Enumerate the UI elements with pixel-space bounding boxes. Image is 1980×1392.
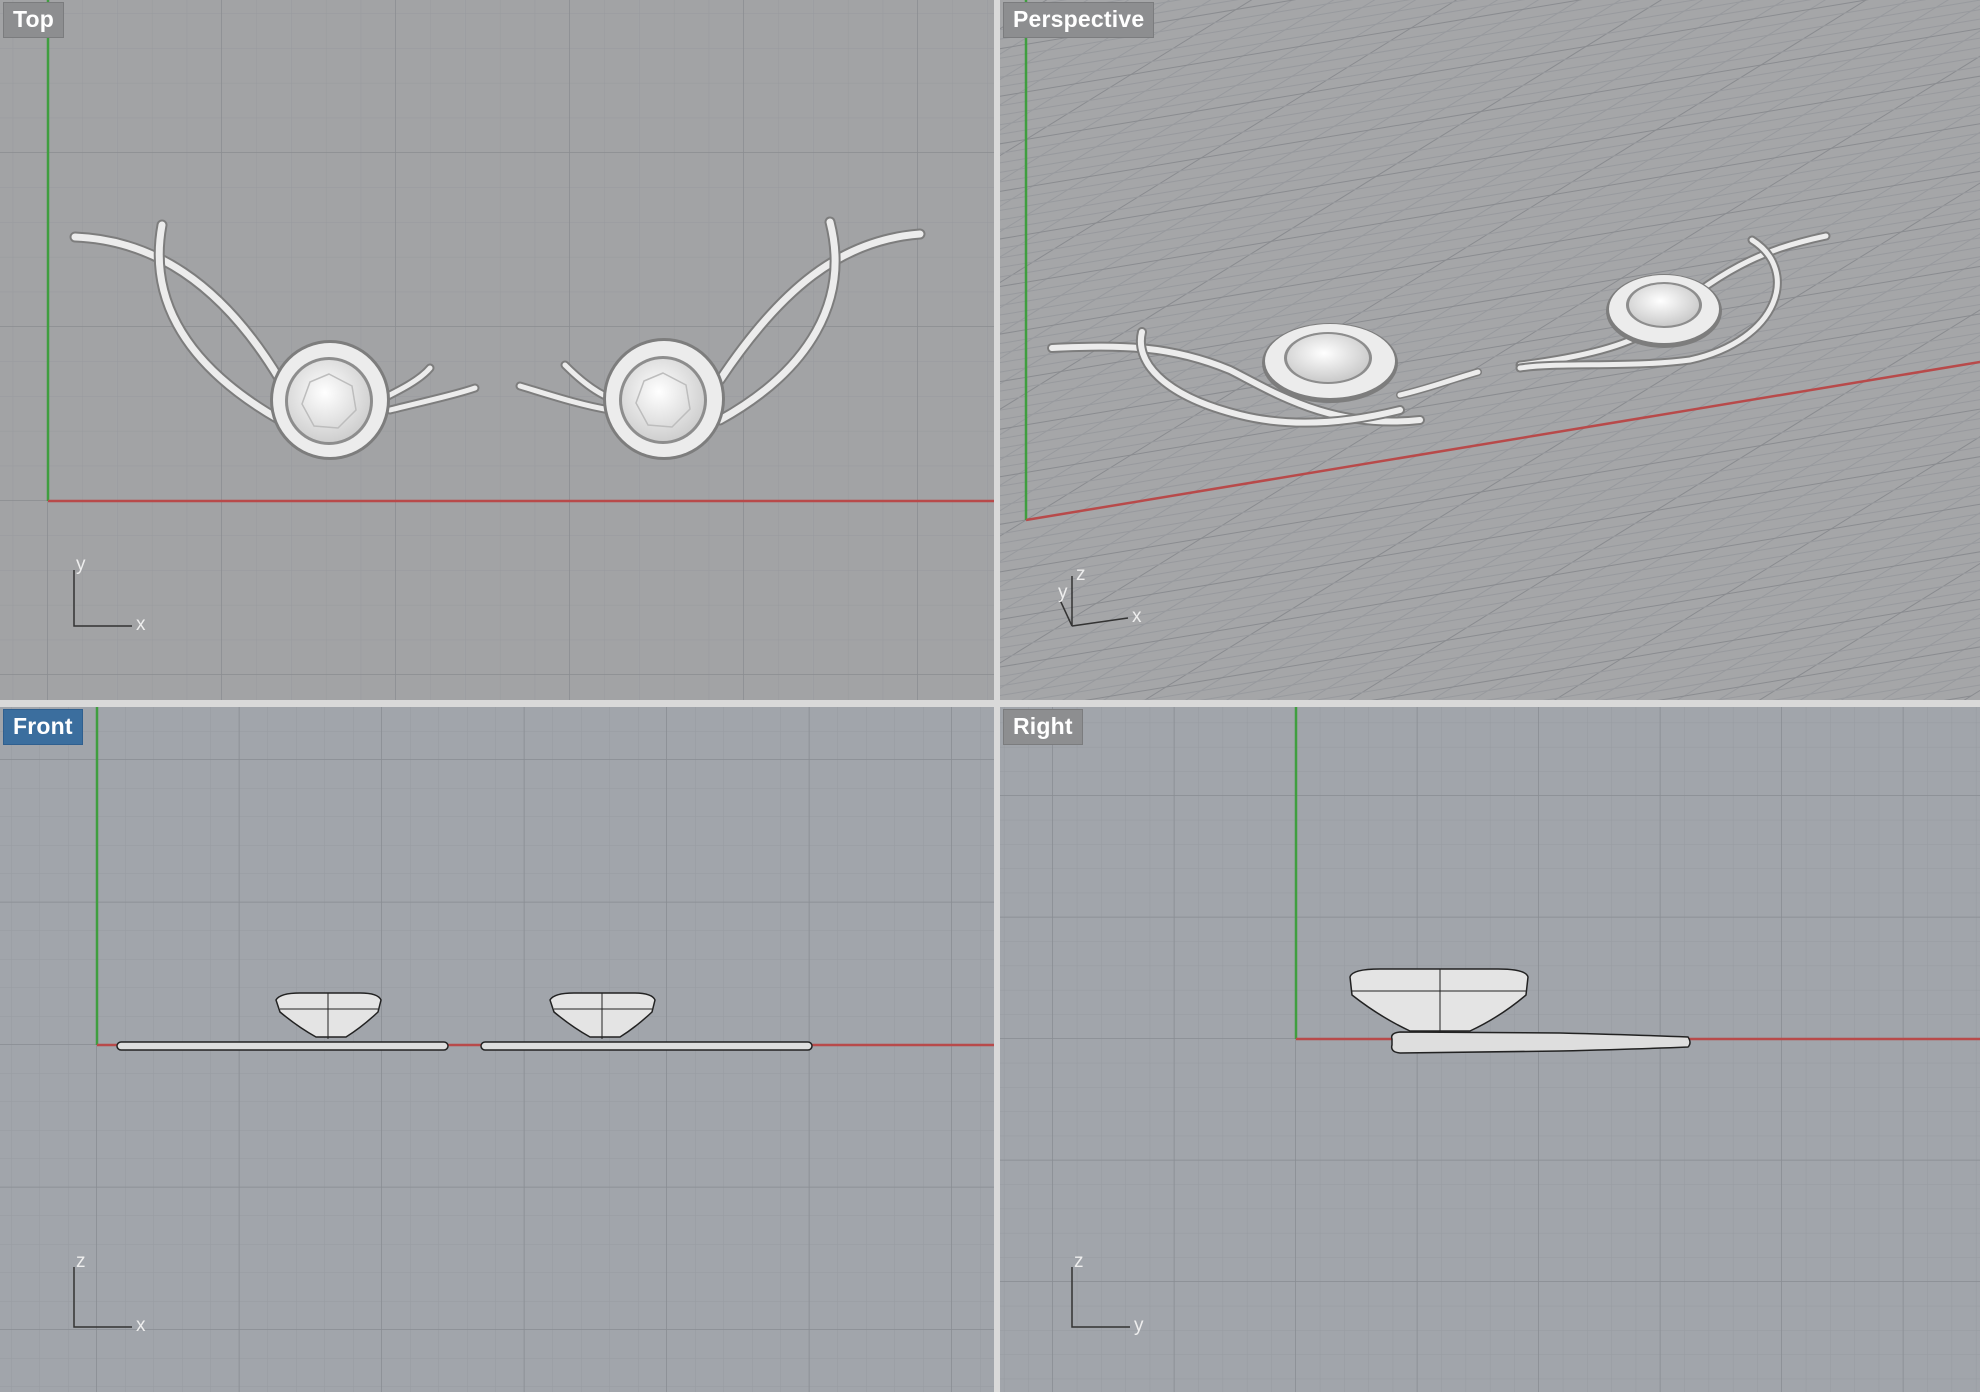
- perspective-grid-line: [1000, 85, 1980, 249]
- viewport-label-front[interactable]: Front: [3, 709, 83, 745]
- perspective-grid-line: [1256, 579, 1980, 700]
- viewport-front[interactable]: z x Front: [0, 707, 994, 1392]
- perspective-grid-line: [1000, 189, 1980, 354]
- viewport-label-perspective[interactable]: Perspective: [1003, 2, 1155, 38]
- grid-major: [0, 0, 994, 700]
- perspective-grid-line: [1000, 132, 1980, 297]
- perspective-grid-line: [1000, 437, 1980, 601]
- perspective-grid-line: [1594, 461, 1980, 700]
- perspective-grid-line: [1000, 313, 1980, 478]
- perspective-grid-line: [1000, 256, 1980, 421]
- triad-label-x: x: [136, 614, 146, 635]
- perspective-canvas[interactable]: z y x: [1000, 0, 1980, 700]
- perspective-grid-line: [1000, 494, 1980, 658]
- viewport-perspective[interactable]: z y x Perspective: [1000, 0, 1980, 700]
- perspective-grid-line: [1000, 484, 1980, 649]
- triad-label-z: z: [1076, 564, 1086, 585]
- perspective-grid-line: [1141, 560, 1980, 700]
- triad-label-x: x: [136, 1315, 146, 1336]
- perspective-grid-line: [1027, 541, 1980, 700]
- triad-label-y: y: [1058, 582, 1068, 603]
- perspective-grid-line: [1000, 208, 1980, 373]
- perspective-grid-line: [1485, 617, 1980, 700]
- perspective-grid-line: [1000, 123, 1980, 288]
- viewport-top[interactable]: y x Top: [0, 0, 994, 700]
- triad-label-y: y: [76, 554, 86, 575]
- perspective-grid-line: [1000, 237, 1980, 402]
- perspective-grid-line: [1000, 180, 1980, 345]
- perspective-grid-line: [1084, 551, 1980, 700]
- triad-label-y: y: [1134, 1315, 1144, 1336]
- perspective-grid-line: [1313, 589, 1980, 700]
- viewport-label-top[interactable]: Top: [3, 2, 65, 38]
- perspective-grid-line: [1635, 486, 1980, 700]
- perspective-grid-line: [1000, 246, 1980, 411]
- perspective-grid-line: [1600, 636, 1980, 700]
- perspective-grid-line: [1000, 342, 1980, 506]
- viewport-right[interactable]: z y Right: [1000, 707, 1980, 1392]
- triad-label-z: z: [76, 1251, 86, 1272]
- top-canvas[interactable]: y x: [0, 0, 994, 700]
- perspective-grid-line: [1389, 334, 1980, 700]
- right-canvas[interactable]: z y: [1000, 707, 1980, 1392]
- front-canvas[interactable]: z x: [0, 707, 994, 1392]
- perspective-grid-line: [1829, 674, 1980, 700]
- perspective-grid-line: [1000, 323, 1980, 487]
- perspective-grid-line: [1000, 380, 1980, 544]
- triad-label-x: x: [1132, 606, 1142, 627]
- perspective-grid-line: [1000, 294, 1980, 459]
- viewport-label-right[interactable]: Right: [1003, 709, 1083, 745]
- triad-label-z: z: [1074, 1251, 1084, 1272]
- perspective-grid-line: [1000, 456, 1980, 620]
- perspective-grid-line: [1000, 503, 1980, 668]
- perspective-grid-line: [1886, 684, 1980, 700]
